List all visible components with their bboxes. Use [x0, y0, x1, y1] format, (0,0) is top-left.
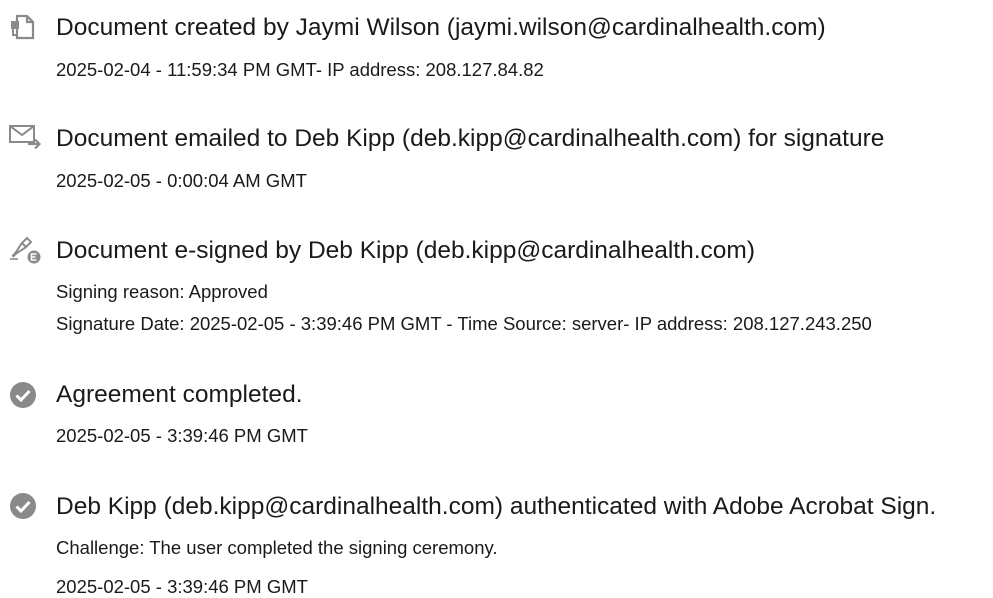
event-detail: 2025-02-05 - 3:39:46 PM GMT — [56, 425, 308, 446]
event-detail: Signing reason: Approved — [56, 281, 268, 302]
event-title: Document e-signed by Deb Kipp (deb.kipp@… — [56, 237, 755, 264]
event-detail: 2025-02-04 - 11:59:34 PM GMT- IP address… — [56, 59, 544, 80]
document-created-icon — [8, 12, 42, 46]
event-title: Deb Kipp (deb.kipp@cardinalhealth.com) a… — [56, 493, 937, 520]
event-title: Agreement completed. — [56, 381, 303, 408]
event-detail: Challenge: The user completed the signin… — [56, 537, 498, 558]
event-title: Document created by Jaymi Wilson (jaymi.… — [56, 14, 826, 41]
event-detail: 2025-02-05 - 0:00:04 AM GMT — [56, 170, 307, 191]
event-detail: 2025-02-05 - 3:39:46 PM GMT — [56, 576, 308, 597]
checkmark-circle-icon — [8, 380, 42, 414]
e-sign-pen-icon — [8, 232, 42, 266]
event-title: Document emailed to Deb Kipp (deb.kipp@c… — [56, 125, 885, 152]
email-sent-icon — [8, 122, 42, 156]
checkmark-circle-icon — [8, 491, 42, 525]
event-detail: Signature Date: 2025-02-05 - 3:39:46 PM … — [56, 313, 872, 334]
